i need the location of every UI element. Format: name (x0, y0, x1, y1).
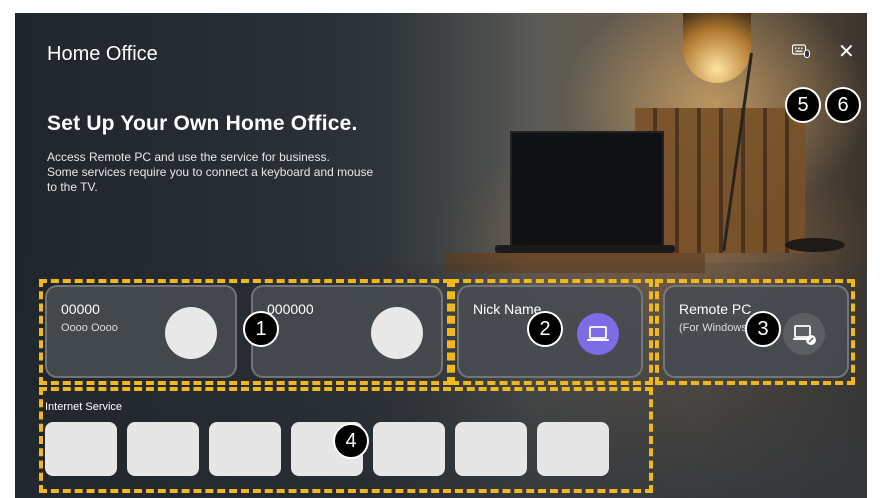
lamp-base (785, 238, 845, 252)
callout-badge: 2 (527, 311, 563, 347)
callout-badge: 1 (243, 311, 279, 347)
service-tile[interactable] (127, 422, 199, 476)
service-tile[interactable] (373, 422, 445, 476)
service-tile[interactable] (45, 422, 117, 476)
service-tile[interactable] (455, 422, 527, 476)
callout-badge: 6 (825, 87, 861, 123)
description-line: Some services require you to connect a k… (47, 165, 374, 179)
service-tile[interactable] (209, 422, 281, 476)
page-title: Home Office (47, 43, 158, 65)
callout-badge: 3 (745, 311, 781, 347)
hero-headline: Set Up Your Own Home Office. (47, 112, 358, 135)
close-icon[interactable]: ✕ (838, 39, 855, 64)
home-office-screen: Home Office Set Up Your Own Home Office.… (15, 13, 867, 498)
service-tile[interactable] (537, 422, 609, 476)
callout-badge: 4 (333, 423, 369, 459)
description-line: to the TV. (47, 180, 98, 194)
internet-service-label: Internet Service (45, 401, 123, 413)
description-line: Access Remote PC and use the service for… (47, 150, 330, 164)
callout-badge: 5 (785, 87, 821, 123)
keyboard-mouse-icon[interactable] (792, 44, 810, 58)
lamp-shade (683, 13, 751, 83)
hero-description: Access Remote PC and use the service for… (47, 150, 447, 195)
